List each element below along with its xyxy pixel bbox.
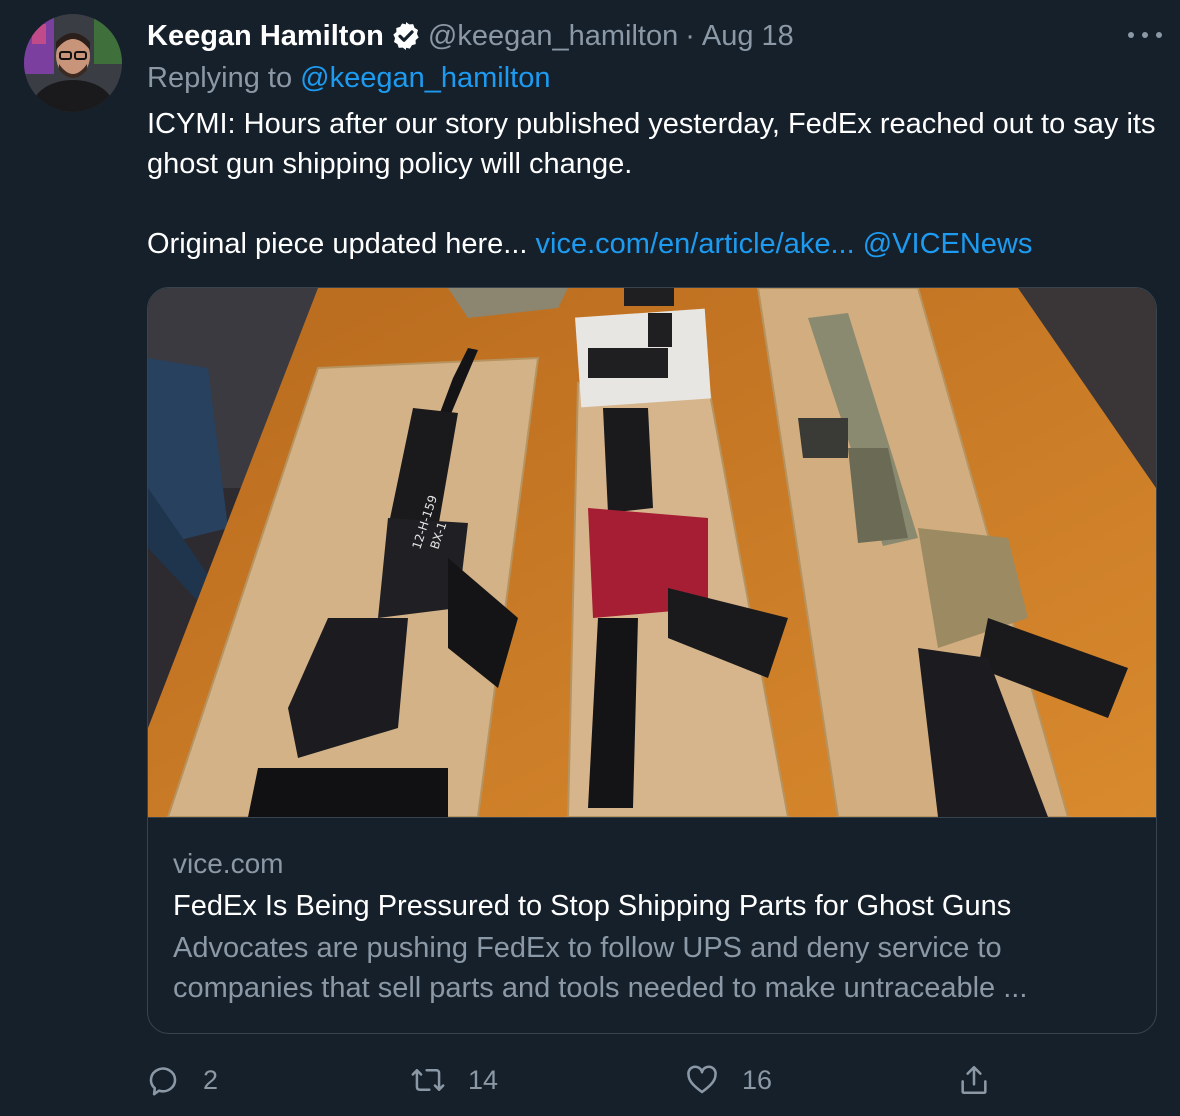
reply-icon (147, 1063, 181, 1097)
replying-prefix: Replying to (147, 62, 301, 94)
avatar[interactable] (24, 14, 122, 112)
heart-icon (684, 1063, 720, 1097)
like-count: 16 (742, 1064, 773, 1095)
card-description: Advocates are pushing FedEx to follow UP… (173, 932, 1028, 1004)
replying-handle-link[interactable]: @keegan_hamilton (300, 62, 550, 94)
share-button[interactable] (957, 1058, 991, 1102)
tweet-header: Keegan Hamilton @keegan_hamilton · Aug 1… (147, 16, 794, 56)
like-button[interactable]: 16 (684, 1058, 772, 1102)
card-title: FedEx Is Being Pressured to Stop Shippin… (173, 890, 1012, 922)
tweet-text-line2-prefix: Original piece updated here... (147, 228, 536, 260)
retweet-icon (410, 1063, 446, 1097)
avatar-photo (24, 14, 122, 112)
verified-badge-icon (390, 20, 422, 52)
replying-to: Replying to @keegan_hamilton (147, 62, 550, 95)
author-name[interactable]: Keegan Hamilton (147, 20, 384, 53)
separator-dot: · (685, 19, 695, 52)
more-icon[interactable] (1128, 22, 1162, 48)
card-body: vice.com FedEx Is Being Pressured to Sto… (173, 844, 1133, 1008)
tweet-text-line2: Original piece updated here... vice.com/… (147, 224, 1162, 264)
retweet-button[interactable]: 14 (410, 1058, 498, 1102)
tweet-date[interactable]: Aug 18 (702, 20, 794, 53)
reply-count: 2 (203, 1064, 219, 1095)
tweet-actions: 2 14 16 (147, 1058, 1157, 1102)
card-domain: vice.com (173, 848, 284, 879)
link-card[interactable]: 12-H-159 BX-1 vice.com FedEx Is Being Pr… (147, 287, 1157, 1034)
tweet-text-line1: ICYMI: Hours after our story published y… (147, 108, 1156, 180)
author-handle[interactable]: @keegan_hamilton (428, 20, 678, 53)
card-image: 12-H-159 BX-1 (148, 288, 1156, 818)
vicenews-mention[interactable]: @VICENews (863, 228, 1033, 260)
article-link[interactable]: vice.com/en/article/ake... (536, 228, 855, 260)
reply-button[interactable]: 2 (147, 1058, 218, 1102)
tweet-text: ICYMI: Hours after our story published y… (147, 104, 1162, 264)
share-icon (957, 1063, 991, 1097)
retweet-count: 14 (468, 1064, 499, 1095)
